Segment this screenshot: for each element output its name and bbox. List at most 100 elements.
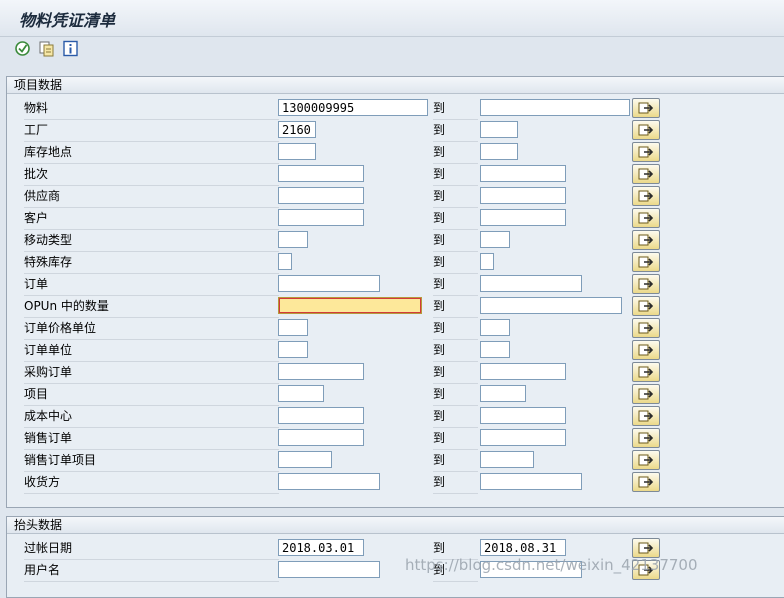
high-value-input[interactable] (480, 231, 510, 248)
multiple-selection-button[interactable] (632, 406, 660, 426)
multiple-selection-button[interactable] (632, 362, 660, 382)
high-value-input[interactable] (480, 143, 518, 160)
high-value-input[interactable] (480, 363, 566, 380)
low-value-input[interactable] (278, 209, 364, 226)
high-value-input[interactable] (480, 407, 566, 424)
title-bar: 物料凭证清单 (0, 0, 784, 37)
low-value-input[interactable] (278, 473, 380, 490)
multiple-selection-icon (638, 146, 654, 158)
high-value-input[interactable] (480, 209, 566, 226)
low-value-input[interactable] (278, 451, 332, 468)
low-value-input[interactable] (278, 385, 324, 402)
range-to-label: 到 (433, 362, 478, 384)
range-to-label: 到 (433, 252, 478, 274)
high-value-input[interactable] (480, 121, 518, 138)
application-toolbar (0, 37, 784, 65)
info-icon[interactable] (62, 40, 79, 57)
multiple-selection-icon (638, 388, 654, 400)
selection-row: 移动类型 到 (7, 230, 784, 252)
selection-row: 收货方 到 (7, 472, 784, 494)
multiple-selection-button[interactable] (632, 208, 660, 228)
low-value-input[interactable] (278, 231, 308, 248)
low-value-input[interactable] (278, 429, 364, 446)
item-data-section: 项目数据 物料到工厂到库存地点到批次到供应商到客户到移动类型到特殊库存到订单到O… (6, 76, 784, 508)
selection-row: 销售订单项目 到 (7, 450, 784, 472)
high-value-input[interactable] (480, 253, 494, 270)
high-value-input[interactable] (480, 341, 510, 358)
range-to-label: 到 (433, 186, 478, 208)
page-title: 物料凭证清单 (19, 11, 116, 30)
multiple-selection-button[interactable] (632, 538, 660, 558)
field-label: 收货方 (24, 472, 279, 494)
multiple-selection-icon (638, 278, 654, 290)
multiple-selection-icon (638, 366, 654, 378)
high-value-input[interactable] (480, 385, 526, 402)
multiple-selection-icon (638, 410, 654, 422)
multiple-selection-button[interactable] (632, 340, 660, 360)
multiple-selection-icon (638, 102, 654, 114)
low-value-input[interactable] (278, 165, 364, 182)
multiple-selection-button[interactable] (632, 318, 660, 338)
get-variant-icon[interactable] (38, 40, 55, 57)
high-value-input[interactable] (480, 165, 566, 182)
high-value-input[interactable] (480, 539, 566, 556)
range-to-label: 到 (433, 274, 478, 296)
range-to-label: 到 (433, 384, 478, 406)
multiple-selection-button[interactable] (632, 142, 660, 162)
low-value-input[interactable] (278, 407, 364, 424)
multiple-selection-button[interactable] (632, 296, 660, 316)
multiple-selection-button[interactable] (632, 186, 660, 206)
multiple-selection-button[interactable] (632, 164, 660, 184)
multiple-selection-button[interactable] (632, 428, 660, 448)
low-value-input[interactable] (278, 363, 364, 380)
low-value-input[interactable] (278, 297, 422, 314)
low-value-input[interactable] (278, 561, 380, 578)
low-value-input[interactable] (278, 275, 380, 292)
low-value-input[interactable] (278, 143, 316, 160)
low-value-input[interactable] (278, 187, 364, 204)
field-label: 客户 (24, 208, 279, 230)
high-value-input[interactable] (480, 319, 510, 336)
field-label: 项目 (24, 384, 279, 406)
low-value-input[interactable] (278, 319, 308, 336)
section-header: 抬头数据 (7, 517, 784, 534)
selection-row: 订单 到 (7, 274, 784, 296)
range-to-label: 到 (433, 120, 478, 142)
high-value-input[interactable] (480, 275, 582, 292)
high-value-input[interactable] (480, 297, 622, 314)
high-value-input[interactable] (480, 99, 630, 116)
field-label: 采购订单 (24, 362, 279, 384)
range-to-label: 到 (433, 296, 478, 318)
multiple-selection-button[interactable] (632, 120, 660, 140)
multiple-selection-icon (638, 124, 654, 136)
multiple-selection-button[interactable] (632, 98, 660, 118)
high-value-input[interactable] (480, 451, 534, 468)
selection-row: 工厂 到 (7, 120, 784, 142)
low-value-input[interactable] (278, 539, 364, 556)
selection-row: 成本中心 到 (7, 406, 784, 428)
multiple-selection-button[interactable] (632, 252, 660, 272)
multiple-selection-button[interactable] (632, 472, 660, 492)
range-to-label: 到 (433, 450, 478, 472)
multiple-selection-button[interactable] (632, 230, 660, 250)
range-to-label: 到 (433, 142, 478, 164)
low-value-input[interactable] (278, 121, 316, 138)
low-value-input[interactable] (278, 253, 292, 270)
multiple-selection-button[interactable] (632, 384, 660, 404)
selection-row: 供应商 到 (7, 186, 784, 208)
low-value-input[interactable] (278, 341, 308, 358)
multiple-selection-button[interactable] (632, 274, 660, 294)
multiple-selection-icon (638, 212, 654, 224)
high-value-input[interactable] (480, 429, 566, 446)
range-to-label: 到 (433, 472, 478, 494)
multiple-selection-button[interactable] (632, 450, 660, 470)
selection-row: 客户 到 (7, 208, 784, 230)
high-value-input[interactable] (480, 473, 582, 490)
multiple-selection-icon (638, 256, 654, 268)
multiple-selection-icon (638, 454, 654, 466)
low-value-input[interactable] (278, 99, 428, 116)
high-value-input[interactable] (480, 187, 566, 204)
selection-row: 项目 到 (7, 384, 784, 406)
execute-icon[interactable] (14, 40, 31, 57)
field-label: 物料 (24, 98, 279, 120)
